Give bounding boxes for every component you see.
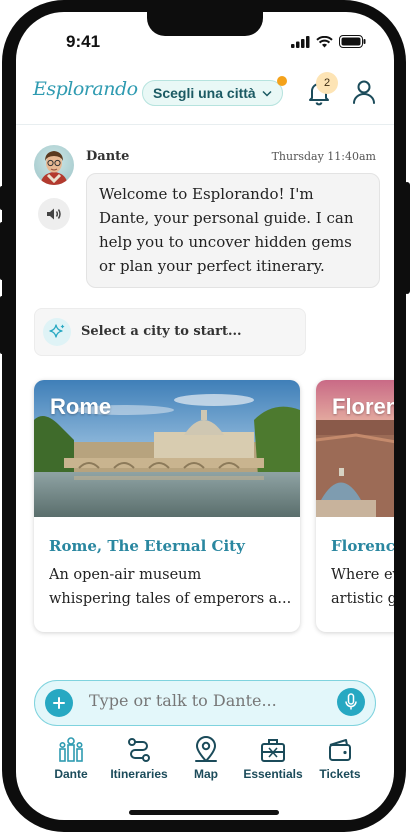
- florence-image-label: Florence: [332, 394, 394, 419]
- city-selector[interactable]: Scegli una città: [142, 76, 287, 106]
- card-description-line: An open-air museum: [49, 567, 202, 583]
- city-card-florence[interactable]: Florence Florence Where every artistic g: [316, 380, 394, 632]
- notification-badge: 2: [316, 72, 338, 94]
- select-city-prompt[interactable]: Select a city to start...: [34, 308, 306, 356]
- nav-label: Itineraries: [110, 767, 168, 781]
- dante-portrait-icon: [40, 151, 68, 185]
- select-city-text: Select a city to start...: [81, 324, 242, 339]
- card-title: Florence: [331, 537, 394, 555]
- play-audio-button[interactable]: [38, 198, 70, 230]
- route-icon: [128, 738, 150, 762]
- nav-label: Map: [194, 767, 218, 781]
- chat-message-bubble: Welcome to Esplorando! I'm Dante, your p…: [86, 173, 380, 288]
- chevron-down-icon: [262, 90, 272, 97]
- voice-input-button[interactable]: [337, 688, 365, 716]
- status-time: 9:41: [66, 32, 101, 51]
- app-logo[interactable]: Esplorando: [33, 78, 138, 100]
- card-description: An open-air museum whispering tales of e…: [49, 563, 294, 611]
- rome-image: Rome: [34, 380, 300, 517]
- nav-label: Dante: [54, 767, 88, 781]
- nav-label: Essentials: [243, 767, 303, 781]
- florence-image: Florence: [316, 380, 394, 517]
- app-header: Esplorando Scegli una città 2: [16, 72, 394, 125]
- card-description-line: whispering tales of emperors a...: [49, 591, 292, 607]
- message-sender: Dante: [86, 149, 130, 164]
- app-screen: 9:41 Esplorando Scegli una città 2 Dante…: [16, 12, 394, 820]
- city-card-rome[interactable]: Rome Rome, The Eternal City An open-air …: [34, 380, 300, 632]
- map-pin-icon: [195, 736, 217, 762]
- card-description: Where every artistic g: [331, 563, 394, 611]
- message-timestamp: Thursday 11:40am: [271, 150, 376, 163]
- microphone-icon: [345, 693, 357, 710]
- signal-icon: [291, 35, 310, 48]
- add-attachment-button[interactable]: [45, 689, 73, 717]
- card-description-line: artistic g: [331, 591, 394, 607]
- chat-input-bar: [34, 680, 376, 726]
- wifi-icon: [316, 35, 333, 47]
- city-selector-label: Scegli una città: [153, 85, 256, 101]
- dante-avatar: [34, 145, 74, 185]
- speaker-icon: [47, 208, 61, 220]
- nav-item-itineraries[interactable]: Itineraries: [104, 736, 174, 781]
- rome-image-label: Rome: [50, 394, 112, 419]
- card-description-line: Where every: [331, 567, 394, 583]
- nav-item-dante[interactable]: Dante: [36, 736, 106, 781]
- essentials-bag-icon: [261, 739, 285, 762]
- dante-icon: [59, 737, 83, 762]
- nav-item-tickets[interactable]: Tickets: [305, 736, 375, 781]
- chat-input[interactable]: [89, 691, 319, 710]
- nav-item-essentials[interactable]: Essentials: [238, 736, 308, 781]
- status-icons: [291, 35, 366, 48]
- notch: [147, 12, 263, 36]
- home-indicator[interactable]: [129, 810, 279, 815]
- sparkle-icon: [43, 318, 71, 346]
- plus-icon: [53, 697, 65, 709]
- nav-label: Tickets: [319, 767, 361, 781]
- user-profile-icon[interactable]: [351, 78, 377, 106]
- wallet-icon: [329, 739, 351, 761]
- city-selector-indicator-dot: [276, 76, 287, 86]
- battery-icon: [339, 35, 366, 48]
- nav-item-map[interactable]: Map: [171, 736, 241, 781]
- bottom-navigation: Dante Itineraries Map Essentials Tickets: [16, 736, 394, 792]
- card-title: Rome, The Eternal City: [49, 537, 245, 555]
- phone-device: 9:41 Esplorando Scegli una città 2 Dante…: [0, 0, 410, 832]
